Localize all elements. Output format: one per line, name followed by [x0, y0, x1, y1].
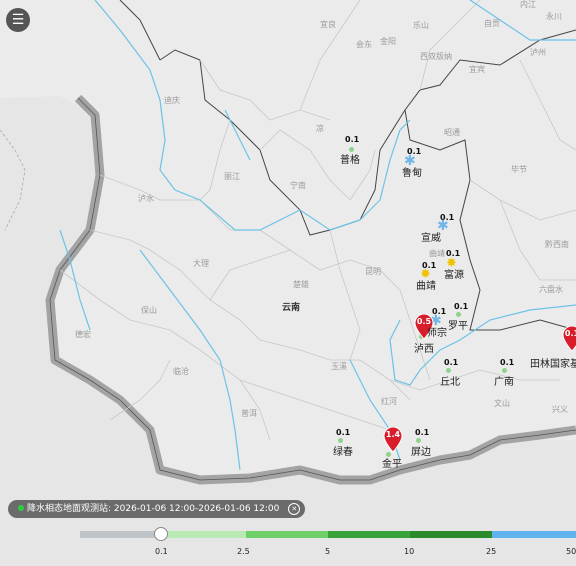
station-value: 0.1: [500, 358, 515, 367]
close-icon[interactable]: ✕: [288, 503, 301, 515]
place-name: 泸州: [530, 48, 546, 57]
station-dot[interactable]: [338, 438, 343, 443]
place-name: 玉溪: [331, 362, 347, 371]
place-name: 宜良: [320, 20, 336, 29]
place-name: 金阳: [380, 37, 396, 46]
legend-tick: 50: [566, 547, 576, 556]
place-name: 毕节: [511, 165, 527, 174]
legend-tick: 2.5: [237, 547, 250, 556]
station-value: 0.1: [415, 428, 430, 437]
place-name: 昭通: [444, 128, 460, 137]
place-name: 宜宾: [469, 65, 485, 74]
info-bar: 降水相态地面观测站: 2026-01-06 12:00-2026-01-06 1…: [8, 500, 306, 518]
place-name: 乐山: [413, 21, 429, 30]
place-name: 丽江: [224, 172, 240, 181]
station-name: 绿春: [333, 447, 353, 458]
station-name: 广南: [494, 377, 514, 388]
place-name: 临沧: [173, 367, 189, 376]
sun-icon[interactable]: ✸: [420, 268, 431, 281]
station-name: 富源: [444, 270, 464, 281]
legend-segment: [410, 531, 492, 538]
station-name: 丘北: [440, 377, 460, 388]
precipitation-pin[interactable]: 1.4: [383, 426, 403, 453]
station-dot[interactable]: [349, 147, 354, 152]
legend-tick: 10: [404, 547, 415, 556]
pin-value: 0.5: [416, 317, 432, 326]
place-name: 昆明: [365, 267, 381, 276]
station-dot[interactable]: [446, 368, 451, 373]
station-name: 泸西: [414, 344, 434, 355]
station-name: 鲁甸: [402, 168, 422, 179]
place-name: 黔西南: [545, 240, 569, 249]
province-label: 云南: [282, 303, 301, 313]
place-name: 永川: [546, 12, 562, 21]
station-dot[interactable]: [502, 368, 507, 373]
legend-tick: 5: [325, 547, 331, 556]
station-value: 0.1: [444, 358, 459, 367]
station-name: 宣威: [421, 233, 441, 244]
station-value: 0.1: [345, 135, 360, 144]
legend-segment: [80, 531, 162, 538]
station-name: 金平: [382, 459, 402, 470]
place-name: 普洱: [241, 409, 257, 418]
snow-icon[interactable]: ✱: [437, 219, 449, 233]
place-name: 宁南: [290, 181, 306, 190]
place-name: 红河: [381, 397, 397, 406]
place-name: 西双版纳: [420, 52, 452, 61]
status-dot-icon: [18, 505, 24, 511]
place-name: 兴义: [552, 405, 568, 414]
sun-icon[interactable]: ✸: [446, 257, 457, 270]
info-text: 降水相态地面观测站: 2026-01-06 12:00-2026-01-06 1…: [27, 504, 280, 514]
station-dot[interactable]: [456, 312, 461, 317]
map-canvas[interactable]: [0, 0, 576, 566]
place-name: 德宏: [75, 330, 91, 339]
place-name: 迪庆: [164, 96, 180, 105]
station-name: 曲靖: [416, 281, 436, 292]
station-name: 师宗: [427, 328, 447, 339]
place-name: 曲靖: [429, 249, 445, 258]
legend-slider-handle[interactable]: [154, 527, 168, 541]
place-name: 文山: [494, 399, 510, 408]
menu-icon[interactable]: ☰: [6, 8, 30, 32]
station-dot[interactable]: [386, 452, 391, 457]
legend-segment: [246, 531, 328, 538]
place-name: 自贡: [484, 19, 500, 28]
snow-icon[interactable]: ✱: [404, 154, 416, 168]
legend-segment: [492, 531, 576, 538]
place-name: 六盘水: [539, 285, 563, 294]
legend-tick: 25: [486, 547, 497, 556]
legend-segment: [162, 531, 246, 538]
station-value: 0.1: [336, 428, 351, 437]
station-name: 普格: [340, 155, 360, 166]
pin-value: 1.4: [385, 430, 401, 439]
place-name: 泸水: [138, 194, 154, 203]
legend-segment: [328, 531, 410, 538]
station-value: 0.1: [454, 302, 469, 311]
place-name: 楚雄: [293, 280, 309, 289]
station-name: 田林国家基: [530, 359, 576, 370]
pin-value: 0.1: [564, 329, 576, 338]
station-dot[interactable]: [416, 438, 421, 443]
station-name: 屏边: [411, 447, 431, 458]
place-name: 大理: [193, 259, 209, 268]
place-name: 内江: [520, 0, 536, 9]
place-name: 会东: [356, 40, 372, 49]
legend-tick: 0.1: [155, 547, 168, 556]
precipitation-pin[interactable]: 0.1: [562, 325, 576, 352]
station-name: 罗平: [448, 321, 468, 332]
place-name: 保山: [141, 306, 157, 315]
place-name: 凉: [316, 124, 324, 133]
